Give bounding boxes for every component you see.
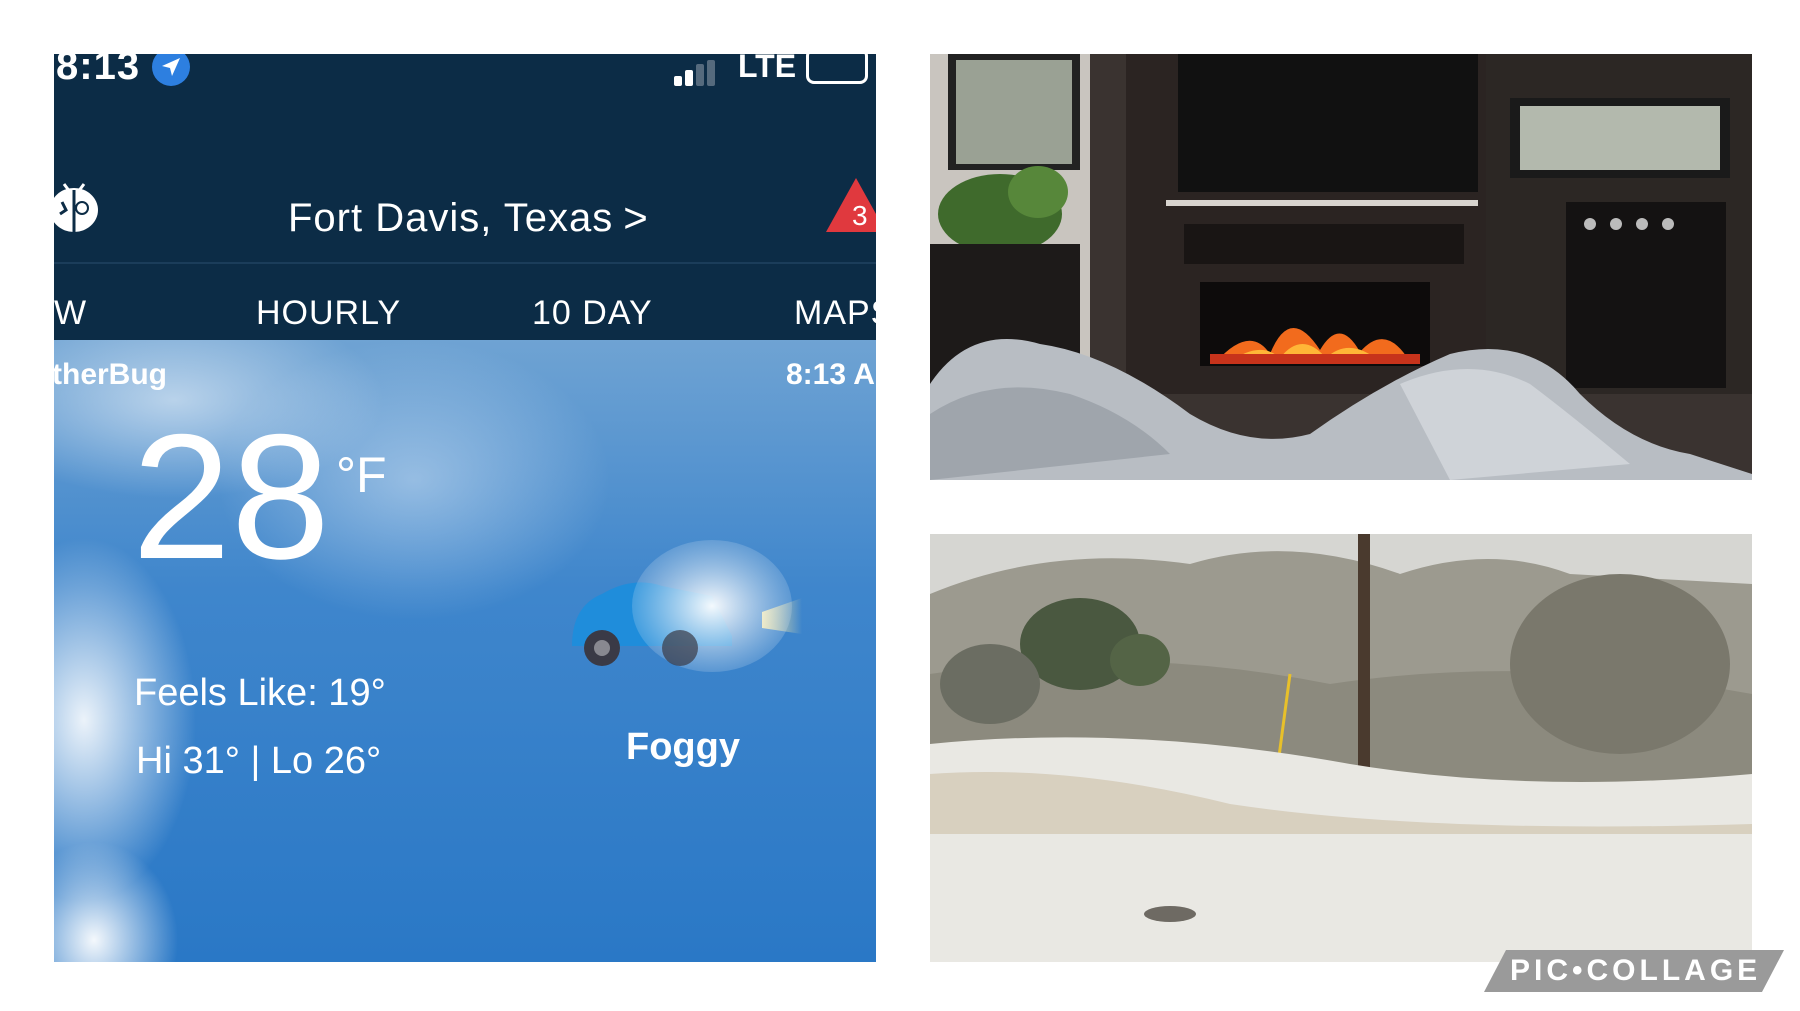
- weather-app-screenshot: 8:13 LTE Fort Davis, Texas > 3 W HOURLY: [54, 54, 876, 962]
- temperature-unit[interactable]: °F: [336, 446, 387, 504]
- observation-time: 8:13 A: [786, 358, 875, 391]
- foggy-car-icon: [572, 540, 802, 672]
- battery-icon: [806, 54, 868, 84]
- tab-maps[interactable]: MAPS: [794, 294, 876, 333]
- alert-count-badge: 3: [852, 200, 868, 231]
- location-selector[interactable]: Fort Davis, Texas >: [288, 194, 649, 242]
- rv-interior-illustration: [930, 54, 1752, 480]
- status-time: 8:13: [56, 54, 141, 88]
- weatherbug-logo-icon[interactable]: [54, 176, 102, 236]
- rv-interior-photo: [930, 54, 1752, 480]
- condition-label: Foggy: [626, 726, 740, 768]
- current-conditions-card: therBug 8:13 A 28 °F Feels Like: 19° Hi …: [54, 340, 876, 962]
- current-temperature: 28: [132, 397, 330, 596]
- alert-triangle-icon[interactable]: [824, 176, 876, 234]
- tab-hourly[interactable]: HOURLY: [256, 294, 401, 333]
- brand-label: therBug: [54, 358, 167, 391]
- tab-now[interactable]: W: [54, 294, 87, 333]
- signal-strength-icon: [674, 60, 718, 86]
- snowy-landscape-illustration: [930, 534, 1752, 962]
- pic-collage-watermark: PIC•COLLAGE: [1510, 954, 1762, 987]
- chevron-right-icon: >: [623, 194, 649, 241]
- tab-10-day[interactable]: 10 DAY: [532, 294, 653, 333]
- location-name: Fort Davis, Texas: [288, 195, 614, 240]
- status-bar: 8:13 LTE: [54, 54, 876, 90]
- snowy-landscape-photo: [930, 534, 1752, 962]
- location-services-icon: [152, 54, 190, 86]
- hi-lo-temperature: Hi 31° | Lo 26°: [136, 740, 382, 782]
- network-type: LTE: [738, 54, 797, 84]
- app-header: Fort Davis, Texas > 3: [54, 90, 876, 280]
- feels-like: Feels Like: 19°: [134, 672, 386, 714]
